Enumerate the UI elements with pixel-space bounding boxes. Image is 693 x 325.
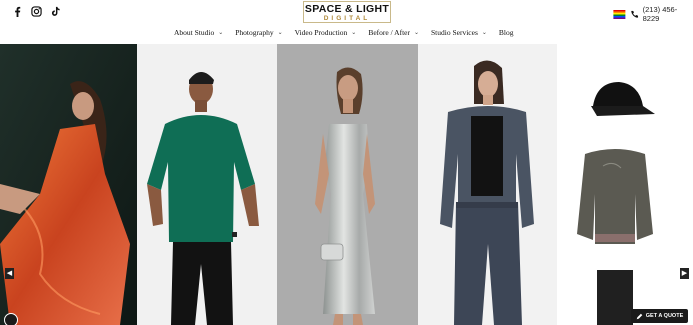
nav-label: Before / After [368,28,410,37]
carousel-slide[interactable] [557,44,693,325]
nav-label: Photography [235,28,274,37]
nav-studio-services[interactable]: Studio Services ⌄ [431,28,487,37]
logo-wordmark: SPACE & LIGHT [304,3,390,15]
pencil-icon [636,313,643,319]
nav-label: Studio Services [431,28,478,37]
slide-image-silver-dress [277,44,418,325]
nav-before-after[interactable]: Before / After ⌄ [368,28,419,37]
nav-label: Video Production [294,28,348,37]
site-logo[interactable]: SPACE & LIGHT DIGITAL [303,1,391,23]
accessibility-icon[interactable] [4,313,18,325]
social-links [12,6,61,17]
carousel-next-button[interactable]: ▶ [680,268,689,279]
nav-about-studio[interactable]: About Studio ⌄ [174,28,223,37]
nav-photography[interactable]: Photography ⌄ [235,28,282,37]
phone-number[interactable]: (213) 456-8229 [643,5,693,23]
tiktok-icon[interactable] [50,6,61,17]
carousel-slide[interactable] [0,44,137,325]
facebook-icon[interactable] [12,6,23,17]
chevron-down-icon: ⌄ [481,30,487,36]
chevron-down-icon: ⌄ [218,30,224,36]
main-nav: About Studio ⌄ Photography ⌄ Video Produ… [174,28,526,37]
carousel-prev-button[interactable]: ◀ [5,268,14,279]
nav-label: Blog [498,28,514,37]
slide-image-flatlay [557,44,693,325]
get-a-quote-button[interactable]: GET A QUOTE [631,309,688,323]
nav-blog[interactable]: Blog [499,28,514,37]
chevron-down-icon: ⌄ [277,30,283,36]
nav-video-production[interactable]: Video Production ⌄ [295,28,357,37]
carousel-slide[interactable] [137,44,277,325]
slide-image-orange-dress [0,44,137,325]
logo-subline: DIGITAL [323,15,371,22]
site-header: SPACE & LIGHT DIGITAL (213) 456-8229 Abo… [0,0,693,44]
chevron-down-icon: ⌄ [413,30,420,36]
nav-label: About Studio [174,28,215,37]
instagram-icon[interactable] [31,6,42,17]
carousel-slide[interactable] [418,44,557,325]
header-tools: (213) 456-8229 [613,5,693,23]
pride-flag-icon[interactable] [613,9,626,19]
carousel-slide[interactable] [277,44,418,325]
slide-image-green-tshirt [137,44,277,325]
chevron-down-icon: ⌄ [351,30,357,36]
slide-image-denim-outfit [418,44,557,325]
phone-icon [631,10,638,18]
photo-carousel: ◀ ▶ [0,44,693,325]
get-a-quote-label: GET A QUOTE [645,313,684,319]
